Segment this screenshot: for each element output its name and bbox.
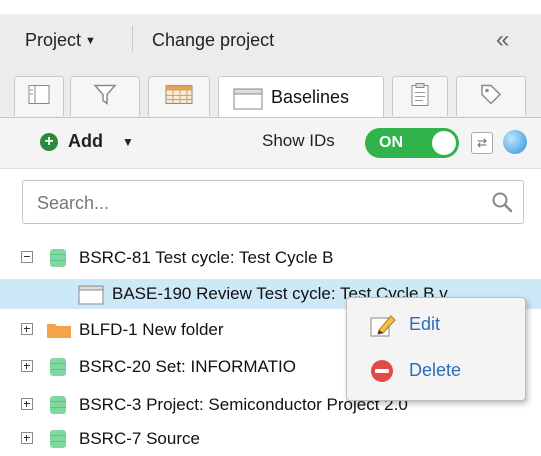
swap-icon[interactable]: ⇄ [471,132,493,154]
grid-icon [165,84,193,109]
expand-icon[interactable] [21,360,33,372]
tree-row-label: BSRC-20 Set: INFORMATIO [79,357,296,376]
tree-row-label: BSRC-7 Source [79,429,200,448]
baseline-icon [78,285,104,310]
green-source-icon [49,429,67,454]
green-source-icon [49,395,67,420]
add-label: Add [68,131,103,151]
pencil-icon [369,312,397,343]
expand-icon[interactable] [21,398,33,410]
folder-icon [46,321,72,344]
show-ids-toggle[interactable]: ON [365,128,459,158]
search-box [22,180,524,224]
change-project-link[interactable]: Change project [152,30,274,51]
delete-menu-item[interactable]: Delete [347,350,523,390]
caret-down-icon: ▼ [122,135,134,149]
window-icon [233,88,263,115]
delete-icon [369,358,395,389]
tree-row-label: BLFD-1 New folder [79,320,224,339]
tree-row[interactable]: BSRC-81 Test cycle: Test Cycle B [0,243,541,273]
clipboard-icon [410,82,430,111]
project-header: Project ▼ Change project « [0,14,541,65]
filter-icon [93,83,117,110]
edit-label: Edit [409,314,441,334]
tab-clipboard[interactable] [392,76,448,116]
green-source-icon [49,357,67,382]
header-divider [132,26,133,52]
tab-baselines[interactable]: Baselines [218,76,384,118]
project-menu-label: Project [25,30,82,50]
tab-filter[interactable] [70,76,140,116]
details-icon [28,84,50,109]
expand-icon[interactable] [21,323,33,335]
search-input[interactable] [35,189,479,217]
add-plus-icon: + [40,133,58,151]
expand-icon[interactable] [21,432,33,444]
project-menu[interactable]: Project ▼ [25,30,96,51]
tag-icon [479,82,503,111]
toggle-knob [432,131,456,155]
tab-baselines-label: Baselines [271,87,350,107]
green-source-icon [49,248,67,273]
edit-menu-item[interactable]: Edit [347,304,523,344]
top-cutoff [0,0,541,14]
tab-bar: Baselines [0,64,541,118]
tab-grid[interactable] [148,76,210,116]
context-menu: Edit Delete [346,297,526,401]
search-icon[interactable] [491,191,513,218]
caret-down-icon: ▼ [85,35,96,47]
collapse-panel-icon[interactable]: « [496,26,510,54]
tree-row[interactable]: BSRC-7 Source [0,424,541,454]
toggle-state: ON [379,134,403,151]
toolbar: + Add ▼ Show IDs ON ⇄ [0,118,541,169]
collapse-icon[interactable] [21,251,33,263]
tab-tags[interactable] [456,76,526,116]
tab-details[interactable] [14,76,64,116]
show-ids-label: Show IDs [262,131,335,150]
tree-row-label: BSRC-81 Test cycle: Test Cycle B [79,248,334,267]
globe-icon[interactable] [503,130,527,154]
delete-label: Delete [409,360,462,380]
